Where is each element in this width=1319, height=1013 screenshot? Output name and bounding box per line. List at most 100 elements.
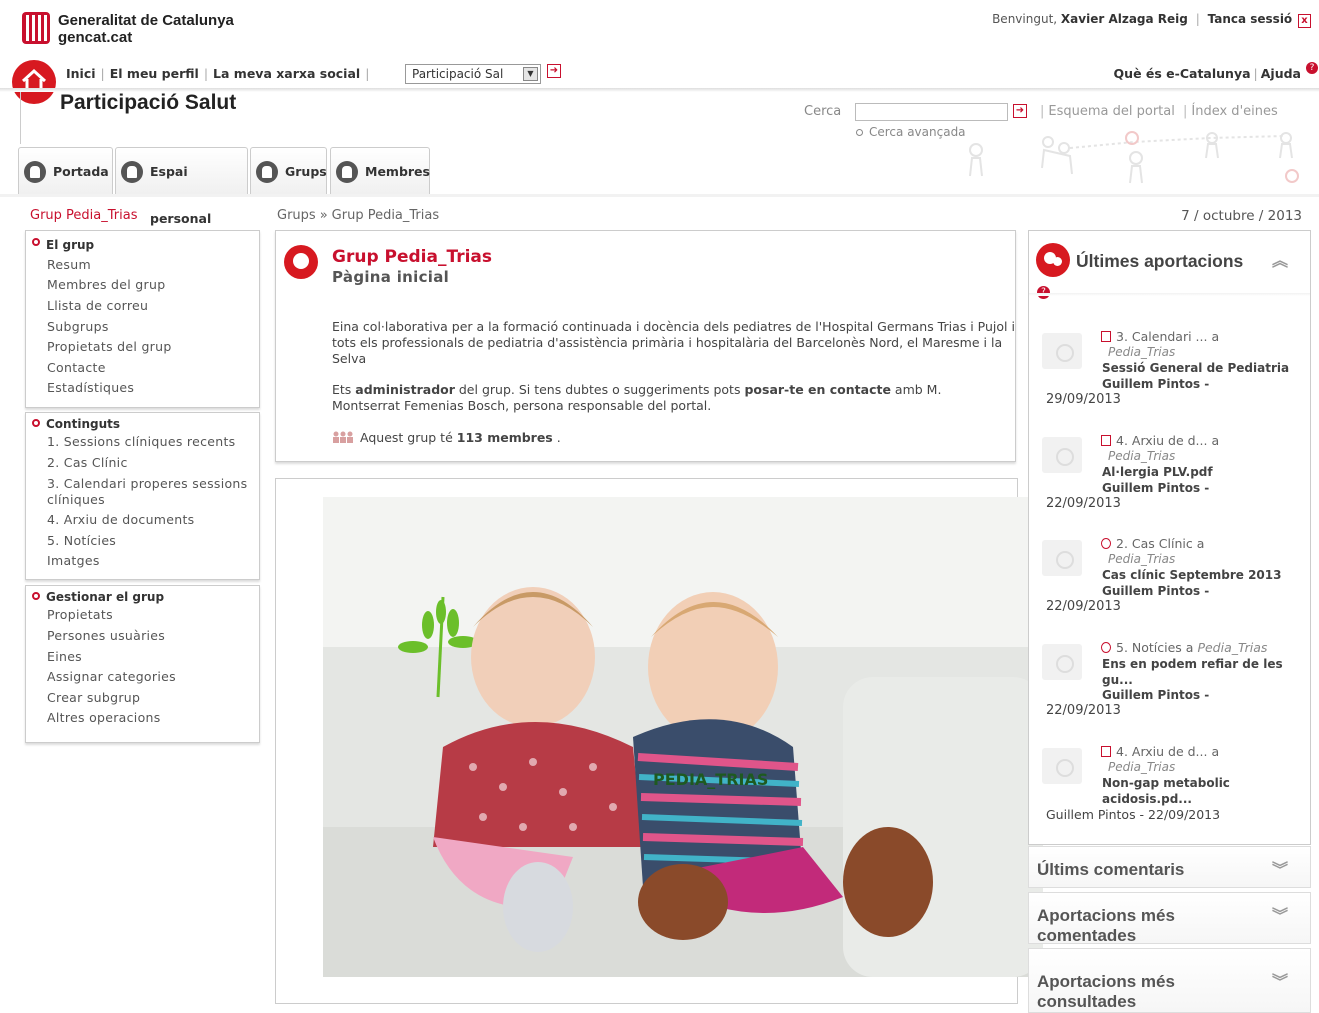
org-name[interactable]: Generalitat de Catalunya gencat.cat	[58, 12, 234, 46]
most-viewed-title[interactable]: Aportacions més	[1037, 971, 1175, 992]
contribution-space[interactable]: Pedia_Trias	[1108, 449, 1175, 465]
left-item-imatges[interactable]: Imatges	[47, 553, 100, 568]
contribution-tool[interactable]: 2. Cas Clínic a	[1116, 536, 1204, 551]
help-icon[interactable]: ?	[1306, 62, 1318, 74]
contribution-item: 2. Cas Clínic a Pedia_Trias Cas clínic S…	[1040, 536, 1305, 616]
contribution-title[interactable]: Sessió General de Pediatria	[1102, 361, 1289, 377]
latest-comments-title[interactable]: Últims comentaris	[1037, 859, 1184, 880]
group-title: Grup Pedia_Trias	[332, 247, 493, 267]
left-item-contacte[interactable]: Contacte	[47, 360, 106, 375]
contribution-author[interactable]: Guillem Pintos -	[1102, 584, 1209, 600]
left-item-propietats[interactable]: Propietats del grup	[47, 339, 172, 354]
tab-portada[interactable]: Portada	[18, 147, 113, 194]
members-count-line: Aquest grup té 113 membres .	[332, 430, 561, 445]
contribution-title[interactable]: Ens en podem refiar de les	[1102, 657, 1283, 673]
left-item-noticies[interactable]: 5. Notícies	[47, 533, 116, 548]
nav-el-meu-perfil[interactable]: El meu perfil	[110, 66, 199, 81]
contribution-space[interactable]: Pedia_Trias	[1108, 760, 1175, 776]
chevron-down-icon[interactable]: ▼	[523, 67, 538, 81]
left-item-arxiu[interactable]: 4. Arxiu de documents	[47, 512, 195, 527]
nav-ajuda[interactable]: Ajuda	[1261, 66, 1301, 81]
advanced-search-text: Cerca avançada	[869, 125, 966, 139]
left-item-persones[interactable]: Persones usuàries	[47, 628, 165, 643]
most-viewed-title-cont[interactable]: consultades	[1037, 991, 1136, 1012]
most-viewed-panel[interactable]: Aportacions més consultades ︾	[1028, 948, 1311, 1013]
chevron-down-icon[interactable]: ︾	[1271, 973, 1289, 991]
left-item-sessions[interactable]: 1. Sessions clíniques recents	[47, 434, 235, 449]
contribution-title-cont[interactable]: acidosis.pd...	[1102, 792, 1192, 808]
left-item-categories[interactable]: Assignar categories	[47, 669, 176, 684]
tab-membres[interactable]: Membres	[330, 147, 430, 194]
link-esquema[interactable]: Esquema del portal	[1048, 104, 1174, 119]
portal-select[interactable]: Participació Sal ▼	[405, 64, 541, 84]
latest-contributions-title[interactable]: Últimes aportacions	[1076, 251, 1243, 272]
logout-close-icon[interactable]: x	[1298, 14, 1311, 28]
section-head[interactable]: El grup	[46, 238, 94, 252]
left-item-membres[interactable]: Membres del grup	[47, 277, 165, 292]
go-arrow-icon[interactable]: ➜	[547, 64, 561, 78]
breadcrumb-separator: »	[319, 208, 328, 223]
home-icon[interactable]	[12, 60, 56, 104]
contribution-item: 4. Arxiu de d... a Pedia_Trias Al·lergia…	[1040, 433, 1305, 513]
nav-inici[interactable]: Inici	[66, 66, 96, 81]
nav-que-es[interactable]: Què és e-Catalunya	[1114, 66, 1251, 81]
contribution-space[interactable]: Pedia_Trias	[1108, 552, 1175, 568]
latest-comments-panel[interactable]: Últims comentaris ︾	[1028, 846, 1311, 888]
bullet-icon	[32, 238, 40, 246]
contribution-title[interactable]: Non-gap metabolic	[1102, 776, 1230, 792]
members-count[interactable]: 113 membres	[457, 430, 553, 445]
contact-link[interactable]: posar-te en contacte	[744, 382, 890, 397]
contribution-title[interactable]: Cas clínic Septembre 2013	[1102, 568, 1281, 584]
search-input[interactable]	[855, 103, 1008, 121]
left-item-subgrup[interactable]: Crear subgrup	[47, 690, 140, 705]
chevron-down-icon[interactable]: ︾	[1271, 861, 1289, 879]
left-item-cas-clinic[interactable]: 2. Cas Clínic	[47, 455, 128, 470]
left-item-llista[interactable]: Llista de correu	[47, 298, 148, 313]
contribution-author[interactable]: Guillem Pintos -	[1102, 377, 1209, 393]
chevron-down-icon[interactable]: ︾	[1271, 907, 1289, 925]
tab-espai-personal[interactable]: Espai personal	[115, 147, 248, 226]
contribution-author-date[interactable]: Guillem Pintos - 22/09/2013	[1046, 807, 1220, 823]
divider	[20, 92, 21, 144]
chevron-up-icon[interactable]: ︽	[1271, 252, 1289, 270]
advanced-search-link[interactable]: Cerca avançada	[856, 125, 966, 139]
tab-divider	[0, 194, 1319, 197]
breadcrumb-grups[interactable]: Grups	[277, 208, 316, 223]
contribution-space[interactable]: Pedia_Trias	[1197, 640, 1267, 655]
left-item-propietats-g[interactable]: Propietats	[47, 607, 113, 622]
contribution-tool[interactable]: 4. Arxiu de d... a	[1116, 744, 1219, 759]
contribution-author[interactable]: Guillem Pintos -	[1102, 481, 1209, 497]
portal-select-value: Participació Sal	[412, 67, 504, 81]
left-group-title[interactable]: Grup Pedia_Trias	[30, 208, 137, 223]
contribution-tool[interactable]: 3. Calendari ... a	[1116, 329, 1219, 344]
search-go-icon[interactable]: ➜	[1013, 104, 1027, 118]
section-head[interactable]: Gestionar el grup	[46, 590, 164, 604]
left-item-calendari-cont[interactable]: clíniques	[47, 492, 105, 507]
left-item-estadistiques[interactable]: Estadístiques	[47, 380, 134, 395]
left-item-calendari[interactable]: 3. Calendari properes sessions	[47, 476, 247, 491]
search-label: Cerca	[804, 104, 842, 119]
left-item-altres[interactable]: Altres operacions	[47, 710, 161, 725]
contribution-title[interactable]: Al·lergia PLV.pdf	[1102, 465, 1213, 481]
link-index[interactable]: Índex d'eines	[1191, 104, 1277, 119]
left-item-eines[interactable]: Eines	[47, 649, 82, 664]
most-commented-title-cont[interactable]: comentades	[1037, 925, 1136, 946]
most-commented-panel[interactable]: Aportacions més comentades ︾	[1028, 892, 1311, 946]
contribution-space[interactable]: Pedia_Trias	[1108, 345, 1175, 361]
contribution-tool[interactable]: 5. Notícies a	[1116, 640, 1193, 655]
group-subtitle: Pàgina inicial	[332, 268, 450, 286]
group-home-panel: Grup Pedia_Trias Pàgina inicial Eina col…	[275, 230, 1016, 462]
section-head[interactable]: Continguts	[46, 417, 120, 431]
logout-link[interactable]: Tanca sessió	[1208, 12, 1293, 26]
contribution-title-cont[interactable]: gu...	[1102, 673, 1133, 689]
contribution-author[interactable]: Guillem Pintos -	[1102, 688, 1209, 704]
left-item-subgrups[interactable]: Subgrups	[47, 319, 109, 334]
group-description: Eina col·laborativa per a la formació co…	[332, 319, 1015, 366]
nav-xarxa-social[interactable]: La meva xarxa social	[213, 66, 360, 81]
most-commented-title[interactable]: Aportacions més	[1037, 905, 1175, 926]
left-item-resum[interactable]: Resum	[47, 257, 91, 272]
tab-grups[interactable]: Grups	[250, 147, 327, 194]
contribution-tool[interactable]: 4. Arxiu de d... a	[1116, 433, 1219, 448]
generalitat-logo-icon[interactable]	[22, 12, 50, 44]
person-icon	[121, 161, 143, 183]
